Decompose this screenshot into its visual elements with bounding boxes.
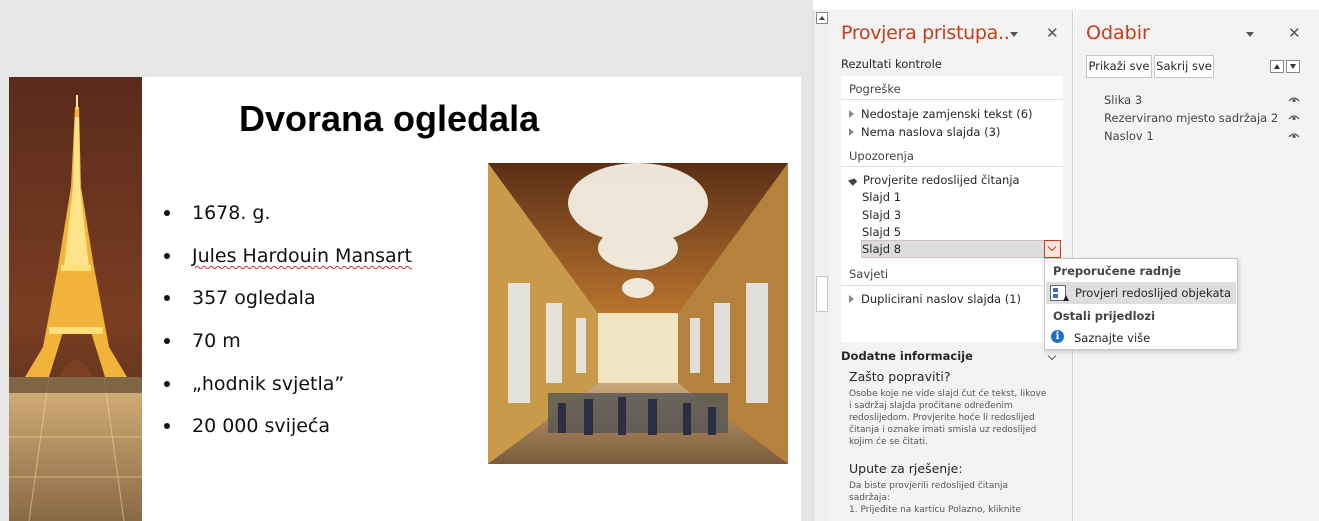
expand-arrow-icon <box>849 295 854 303</box>
bullet-item: Jules Hardouin Mansart <box>164 235 412 278</box>
bullet-item: 357 ogledala <box>164 277 412 320</box>
warning-slide-8-label: Slajd 8 <box>862 242 902 256</box>
bullet-item: „hodnik svjetla” <box>164 362 412 405</box>
eiffel-tower-image[interactable] <box>9 77 142 521</box>
warning-item-reading-order[interactable]: Provjerite redoslijed čitanja <box>847 173 1020 187</box>
other-suggestions-heading: Ostali prijedlozi <box>1053 309 1156 323</box>
learn-more-menu-item[interactable]: Saznajte više <box>1074 331 1150 345</box>
slide-bullet-list[interactable]: 1678. g. Jules Hardouin Mansart 357 ogle… <box>164 192 412 448</box>
collapse-arrow-icon <box>847 176 858 186</box>
bullet-dot <box>164 210 170 217</box>
recommended-actions-menu: Preporučene radnje Provjeri redoslijed o… <box>1044 258 1238 350</box>
bring-forward-icon[interactable] <box>1270 60 1284 73</box>
bullet-item: 1678. g. <box>164 192 412 235</box>
how-to-fix-text: Da biste provjerili redoslijed čitanja s… <box>849 481 1021 515</box>
additional-info-heading[interactable]: Dodatne informacije <box>841 349 973 363</box>
slide[interactable]: Dvorana ogledala 1678. g. Jules Hardouin… <box>9 77 801 521</box>
warning-slide-8-selected[interactable]: Slajd 8 <box>861 240 1061 258</box>
scroll-up-icon[interactable] <box>816 12 828 24</box>
cursor-icon <box>1063 295 1069 301</box>
send-backward-icon[interactable] <box>1286 60 1300 73</box>
selection-pane-title: Odabir <box>1086 22 1150 44</box>
recommended-actions-heading: Preporučene radnje <box>1053 264 1182 278</box>
bullet-item: 70 m <box>164 320 412 363</box>
info-icon: i <box>1051 330 1064 343</box>
divider <box>841 166 1063 167</box>
selection-item-image[interactable]: Slika 3 <box>1104 93 1142 107</box>
eye-icon[interactable] <box>1288 96 1300 103</box>
eye-icon[interactable] <box>1288 114 1300 121</box>
bullet-item: 20 000 svijeća <box>164 405 412 448</box>
check-object-order-label: Provjeri redoslijed objekata <box>1075 286 1232 300</box>
warning-slide-3[interactable]: Slajd 3 <box>862 208 901 222</box>
vertical-scrollbar[interactable] <box>813 10 830 521</box>
hall-of-mirrors-image[interactable] <box>488 163 788 464</box>
slide-canvas: Dvorana ogledala 1678. g. Jules Hardouin… <box>0 0 813 521</box>
why-fix-text: Osobe koje ne vide slajd čut će tekst, l… <box>849 389 1047 447</box>
expand-arrow-icon <box>849 110 854 118</box>
show-all-button[interactable]: Prikaži sve <box>1086 55 1152 78</box>
bullet-dot <box>164 380 170 387</box>
how-to-fix-heading: Upute za rješenje: <box>849 461 963 476</box>
tips-heading: Savjeti <box>849 267 889 281</box>
bullet-dot <box>164 252 170 259</box>
spelling-flagged-text: Jules Hardouin Mansart <box>192 244 412 267</box>
bullet-dot <box>164 338 170 345</box>
warnings-heading: Upozorenja <box>849 149 914 163</box>
errors-heading: Pogreške <box>849 82 901 96</box>
chevron-down-icon[interactable] <box>1044 240 1061 258</box>
object-order-icon <box>1050 285 1069 301</box>
pane-options-chevron-icon[interactable] <box>1246 32 1254 37</box>
warning-slide-1[interactable]: Slajd 1 <box>862 190 901 204</box>
inspection-results-label: Rezultati kontrole <box>841 57 942 71</box>
pane-options-chevron-icon[interactable] <box>1010 32 1018 37</box>
accessibility-pane-title: Provjera pristupa.. <box>841 22 1010 44</box>
eye-icon[interactable] <box>1288 132 1300 139</box>
close-icon[interactable]: ✕ <box>1288 24 1301 42</box>
error-item-missing-alt-text[interactable]: Nedostaje zamjenski tekst (6) <box>849 107 1033 121</box>
expand-arrow-icon <box>849 128 854 136</box>
tip-item-duplicate-title[interactable]: Duplicirani naslov slajda (1) <box>849 292 1021 306</box>
check-object-order-menu-item[interactable]: Provjeri redoslijed objekata <box>1046 282 1236 304</box>
chevron-down-icon[interactable] <box>1047 351 1057 361</box>
close-icon[interactable]: ✕ <box>1046 24 1059 42</box>
selection-item-title[interactable]: Naslov 1 <box>1104 129 1154 143</box>
scrollbar-thumb[interactable] <box>816 276 828 312</box>
divider <box>841 285 1063 286</box>
inspection-results-list: Pogreške Nedostaje zamjenski tekst (6) N… <box>841 76 1063 342</box>
warning-slide-5[interactable]: Slajd 5 <box>862 225 901 239</box>
bullet-dot <box>164 423 170 430</box>
accessibility-checker-pane: Provjera pristupa.. ✕ Rezultati kontrole… <box>830 10 1073 521</box>
error-item-missing-slide-title[interactable]: Nema naslova slajda (3) <box>849 125 1000 139</box>
slide-title[interactable]: Dvorana ogledala <box>239 98 539 140</box>
divider <box>841 99 1063 100</box>
why-fix-heading: Zašto popraviti? <box>849 369 951 384</box>
hide-all-button[interactable]: Sakrij sve <box>1154 55 1214 78</box>
bullet-dot <box>164 295 170 302</box>
selection-item-content-placeholder[interactable]: Rezervirano mjesto sadržaja 2 <box>1104 111 1278 125</box>
